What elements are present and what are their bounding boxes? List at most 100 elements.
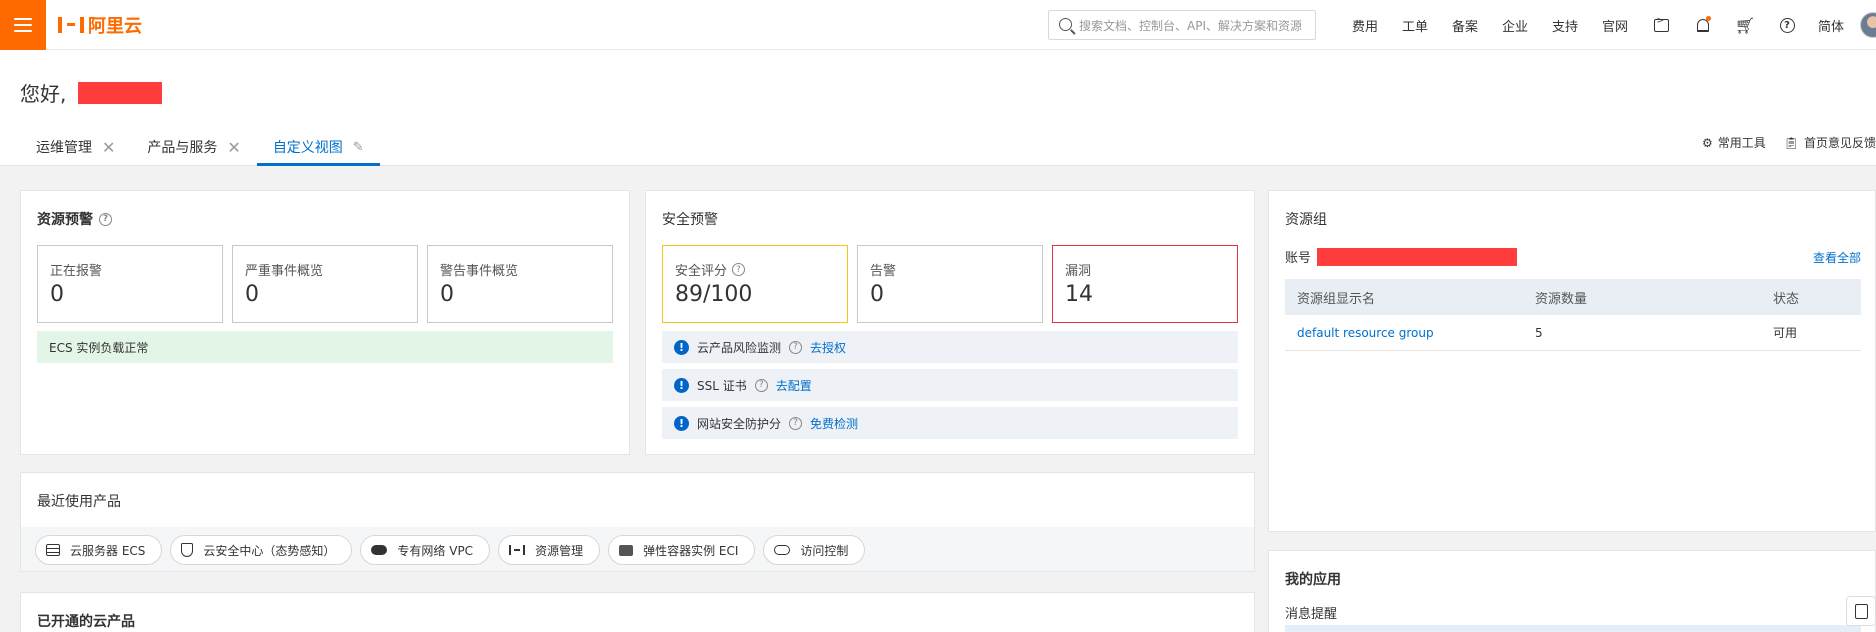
product-chip-access-control[interactable]: 访问控制	[763, 535, 866, 565]
help-icon[interactable]: ?	[789, 340, 803, 354]
close-icon[interactable]: ✕	[227, 138, 240, 157]
product-chip-resource-management[interactable]: 资源管理	[498, 535, 601, 565]
search-icon	[1059, 18, 1072, 31]
account-row: 账号	[1285, 247, 1518, 266]
nav-link-support[interactable]: 支持	[1540, 16, 1590, 35]
chip-label: 访问控制	[800, 543, 849, 558]
chip-label: 专有网络 VPC	[397, 543, 474, 558]
stat-alarming[interactable]: 正在报警 0	[37, 245, 223, 323]
cart-button[interactable]: 🛒︎	[1724, 0, 1766, 50]
edit-icon[interactable]: ✎	[353, 140, 364, 155]
terminal-button[interactable]	[1640, 0, 1682, 50]
help-icon[interactable]: ?	[754, 378, 768, 392]
row-label: 云产品风险监测	[697, 340, 782, 355]
resource-alert-card: 资源预警 ? 正在报警 0 严重事件概览 0 警告事件概览 0 ECS 实例负载…	[20, 190, 630, 455]
table-header: 资源组显示名 资源数量 状态	[1285, 279, 1861, 315]
nav-link-icp[interactable]: 备案	[1440, 16, 1490, 35]
row-label: 网站安全防护分	[697, 416, 782, 431]
clipboard-icon: 📋︎	[1783, 135, 1799, 150]
resource-group-name-link[interactable]: default resource group	[1285, 326, 1523, 340]
tab-custom-view[interactable]: 自定义视图 ✎	[256, 128, 380, 166]
stat-label: 警告事件概览	[440, 264, 519, 279]
stat-security-score[interactable]: 安全评分? 89/100	[662, 245, 848, 323]
authorize-link[interactable]: 去授权	[810, 339, 846, 356]
recent-products-card: 最近使用产品 云服务器 ECS 云安全中心（态势感知） 专有网络 VPC 资源管…	[20, 472, 1255, 572]
stat-critical-events[interactable]: 严重事件概览 0	[232, 245, 418, 323]
resource-management-icon	[509, 545, 526, 555]
language-switch[interactable]: 简体	[1808, 16, 1854, 35]
info-icon: !	[674, 339, 689, 355]
security-row-website-protection: ! 网站安全防护分 ? 免费检测	[662, 407, 1238, 439]
stat-value: 0	[870, 282, 884, 307]
server-icon	[46, 544, 60, 556]
nav-link-enterprise[interactable]: 企业	[1490, 16, 1540, 35]
enabled-products-title: 已开通的云产品	[37, 614, 135, 630]
document-icon	[1854, 603, 1868, 619]
help-icon[interactable]: ?	[789, 416, 803, 430]
product-chip-security-center[interactable]: 云安全中心（态势感知）	[170, 535, 353, 565]
stat-alerts[interactable]: 告警 0	[857, 245, 1043, 323]
stat-value: 0	[245, 282, 259, 307]
feedback-button[interactable]: 📋︎ 首页意见反馈	[1784, 134, 1876, 151]
brand-name: 阿里云	[88, 16, 142, 37]
resource-count: 5	[1535, 325, 1543, 340]
stat-label: 漏洞	[1065, 264, 1092, 279]
security-alert-card: 安全预警 安全评分? 89/100 告警 0 漏洞 14 ! 云产品风险监测 ?…	[645, 190, 1255, 455]
resource-group-title: 资源组	[1285, 212, 1327, 228]
brand-logo[interactable]: 阿里云	[58, 13, 142, 37]
top-links: 费用 工单 备案 企业 支持 官网 🛒︎ ? 简体	[1340, 0, 1854, 50]
product-chip-vpc[interactable]: 专有网络 VPC	[360, 535, 491, 565]
resource-group-card: 资源组 账号 查看全部 资源组显示名 资源数量 状态 default resou…	[1268, 190, 1876, 532]
configure-link[interactable]: 去配置	[776, 377, 812, 394]
nav-link-official-site[interactable]: 官网	[1590, 16, 1640, 35]
tab-label: 产品与服务	[147, 140, 218, 156]
tab-ops-management[interactable]: 运维管理 ✕	[20, 128, 131, 166]
tab-products-services[interactable]: 产品与服务 ✕	[131, 128, 256, 166]
row-label: SSL 证书	[697, 378, 747, 393]
help-icon[interactable]: ?	[732, 263, 746, 276]
enabled-products-card: 已开通的云产品	[20, 592, 1255, 632]
my-apps-card: 我的应用 消息提醒	[1268, 550, 1876, 632]
column-header: 状态	[1773, 291, 1800, 307]
help-icon: ?	[1779, 17, 1795, 33]
table-row: default resource group 5 可用	[1285, 315, 1861, 351]
stat-label: 严重事件概览	[245, 264, 324, 279]
stat-value: 14	[1065, 282, 1093, 307]
search-input[interactable]: 搜索文档、控制台、API、解决方案和资源	[1048, 10, 1316, 40]
close-icon[interactable]: ✕	[102, 138, 115, 157]
column-header: 资源组显示名	[1297, 291, 1376, 307]
security-alert-title: 安全预警	[662, 212, 718, 228]
notification-button[interactable]	[1682, 0, 1724, 50]
page-header: 您好, 运维管理 ✕ 产品与服务 ✕ 自定义视图 ✎ ⚙ 常用工具 📋︎ 首页意见反…	[0, 50, 1876, 166]
redacted-account	[1317, 247, 1518, 266]
search-placeholder: 搜索文档、控制台、API、解决方案和资源	[1079, 18, 1302, 33]
menu-icon[interactable]	[0, 0, 46, 50]
view-all-link[interactable]: 查看全部	[1813, 249, 1861, 266]
common-tools-button[interactable]: ⚙ 常用工具	[1702, 134, 1766, 151]
common-tools-label: 常用工具	[1717, 136, 1766, 150]
stat-label: 正在报警	[50, 264, 103, 279]
stat-warning-events[interactable]: 警告事件概览 0	[427, 245, 613, 323]
card-title: 资源预警 ?	[37, 209, 112, 229]
nav-link-fees[interactable]: 费用	[1340, 16, 1390, 35]
stat-vulnerabilities[interactable]: 漏洞 14	[1052, 245, 1238, 323]
card-title: 已开通的云产品	[37, 611, 135, 631]
column-header: 资源数量	[1535, 291, 1588, 307]
chip-label: 云服务器 ECS	[70, 543, 146, 558]
card-title: 资源组	[1285, 209, 1327, 229]
header-tools: ⚙ 常用工具 📋︎ 首页意见反馈	[1702, 134, 1876, 151]
free-check-link[interactable]: 免费检测	[810, 415, 858, 432]
notification-dot	[1706, 16, 1711, 21]
message-bar	[1285, 625, 1861, 632]
resource-alert-title: 资源预警	[37, 212, 93, 228]
nav-link-tickets[interactable]: 工单	[1390, 16, 1440, 35]
stat-value: 89/100	[675, 282, 753, 307]
floating-doc-button[interactable]	[1846, 596, 1876, 626]
product-chip-ecs[interactable]: 云服务器 ECS	[35, 535, 163, 565]
avatar[interactable]	[1860, 12, 1876, 38]
chip-label: 弹性容器实例 ECI	[643, 543, 739, 558]
help-button[interactable]: ?	[1766, 0, 1808, 50]
product-chip-eci[interactable]: 弹性容器实例 ECI	[608, 535, 756, 565]
help-icon[interactable]: ?	[99, 212, 112, 226]
chip-label: 资源管理	[535, 543, 584, 558]
